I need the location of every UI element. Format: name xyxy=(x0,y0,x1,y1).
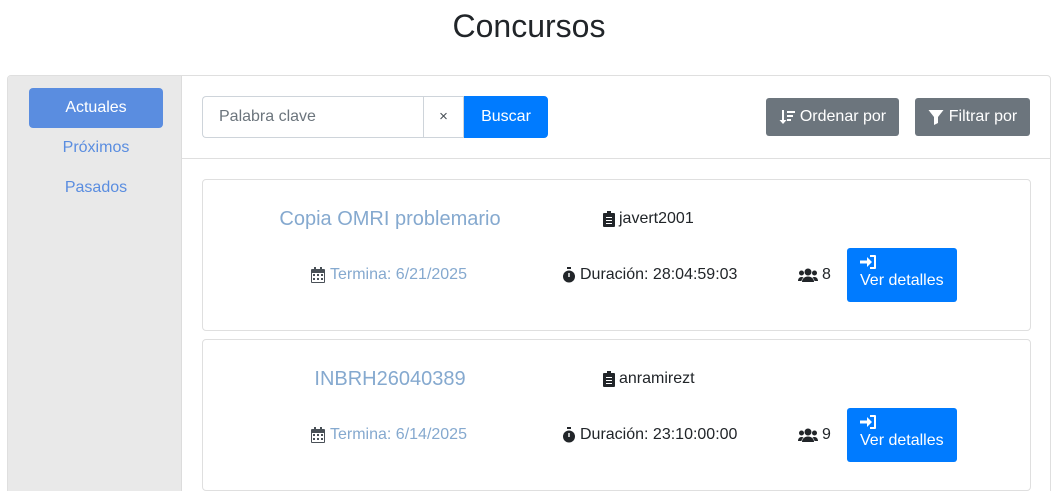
view-details-button[interactable]: Ver detalles xyxy=(847,248,957,302)
sort-button[interactable]: Ordenar por xyxy=(766,98,899,136)
contest-title[interactable]: INBRH26040389 xyxy=(203,368,577,391)
contest-duration: Duración: 28:04:59:03 xyxy=(562,266,737,284)
contest-owner-name: anramirezt xyxy=(619,370,695,387)
contest-duration-text: Duración: 28:04:59:03 xyxy=(580,266,738,283)
contest-owner: anramirezt xyxy=(603,370,695,388)
calendar-icon xyxy=(311,427,325,443)
contest-owner-name: javert2001 xyxy=(619,210,694,227)
stopwatch-icon xyxy=(563,267,575,283)
view-details-label: Ver detalles xyxy=(860,432,944,449)
participant-count: 8 xyxy=(822,266,831,283)
clipboard-icon xyxy=(603,211,615,227)
contest-card: Copia OMRI problemario javert2001 Termin… xyxy=(202,179,1031,331)
stopwatch-icon xyxy=(563,427,575,443)
filter-button[interactable]: Filtrar por xyxy=(915,98,1030,136)
users-icon xyxy=(798,268,818,282)
sort-button-label: Ordenar por xyxy=(799,108,887,125)
sidebar-item-actuales[interactable]: Actuales xyxy=(29,88,163,128)
contest-card: INBRH26040389 anramirezt Termina: 6/14/2… xyxy=(202,339,1031,491)
page-title: Concursos xyxy=(452,8,606,44)
contest-duration: Duración: 23:10:00:00 xyxy=(562,426,737,444)
contest-end-date: Termina: 6/14/2025 xyxy=(311,426,467,444)
contest-duration-text: Duración: 23:10:00:00 xyxy=(580,426,738,443)
sidebar: Actuales Próximos Pasados xyxy=(8,76,182,491)
toolbar: × Buscar Ordenar por Filtrar por xyxy=(182,76,1050,159)
contest-end-date-text: Termina: 6/21/2025 xyxy=(330,266,467,283)
search-button[interactable]: Buscar xyxy=(464,96,548,138)
sort-amount-down-icon xyxy=(779,110,795,124)
filter-icon xyxy=(928,110,944,125)
contest-end-date: Termina: 6/21/2025 xyxy=(311,266,467,284)
contest-participants: 9 xyxy=(798,426,831,444)
contest-participants: 8 xyxy=(798,266,831,284)
search-input[interactable] xyxy=(202,96,423,138)
contests-panel: Actuales Próximos Pasados × Buscar Orden… xyxy=(7,75,1051,491)
view-details-button[interactable]: Ver detalles xyxy=(847,408,957,462)
users-icon xyxy=(798,428,818,442)
sidebar-item-pasados[interactable]: Pasados xyxy=(29,168,163,208)
contest-title[interactable]: Copia OMRI problemario xyxy=(203,208,577,231)
sidebar-item-proximos[interactable]: Próximos xyxy=(29,128,163,168)
filter-button-label: Filtrar por xyxy=(948,108,1018,125)
clipboard-icon xyxy=(603,371,615,387)
calendar-icon xyxy=(311,267,325,283)
contest-owner: javert2001 xyxy=(603,210,694,228)
sign-in-icon xyxy=(860,255,876,269)
view-details-label: Ver detalles xyxy=(860,272,944,289)
contest-end-date-text: Termina: 6/14/2025 xyxy=(330,426,467,443)
participant-count: 9 xyxy=(822,426,831,443)
clear-search-button[interactable]: × xyxy=(423,96,464,138)
sign-in-icon xyxy=(860,415,876,429)
